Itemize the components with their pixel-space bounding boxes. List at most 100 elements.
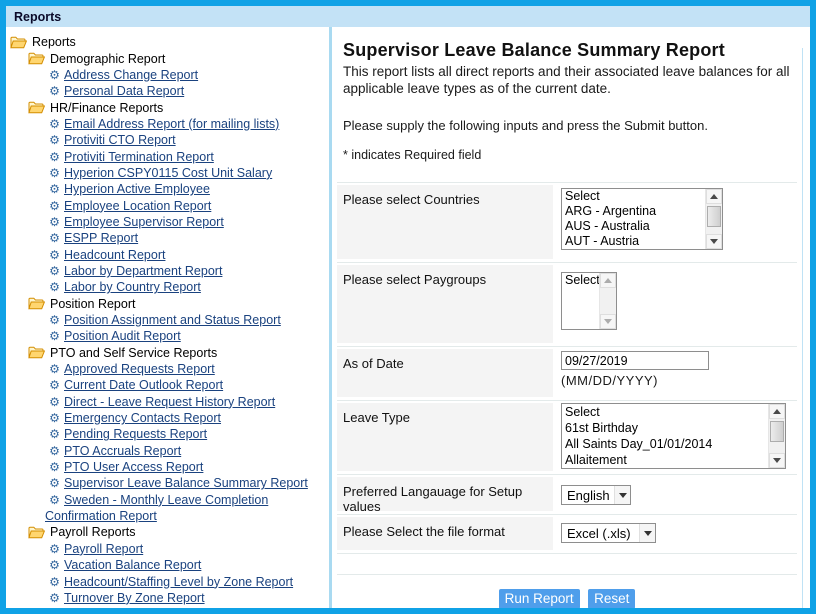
tree-report-link[interactable]: ⚙Labor by Department Report [8,263,329,279]
tree-item-label[interactable]: Emergency Contacts Report [64,411,221,425]
scrollbar-up-button[interactable] [600,273,616,288]
tree-report-link[interactable]: ⚙Personal Data Report [8,83,329,99]
tree-item-label[interactable]: Supervisor Leave Balance Summary Report [64,476,308,490]
tree-report-link[interactable]: ⚙Headcount/Staffing Level by Zone Report [8,573,329,589]
listbox-option[interactable]: Select [562,404,768,420]
tree-report-link[interactable]: ⚙Emergency Contacts Report [8,410,329,426]
tree-folder[interactable]: Demographic Report [8,50,329,66]
arrow-down-icon [710,239,718,244]
tree-report-link[interactable]: ⚙Address Change Report [8,67,329,83]
as-of-date-input[interactable] [561,351,709,370]
scrollbar-thumb[interactable] [707,206,721,227]
tree-report-link[interactable]: ⚙Protiviti Termination Report [8,148,329,164]
countries-scrollbar[interactable] [705,189,722,249]
listbox-option[interactable]: Select [562,189,705,204]
tree-item-label[interactable]: Protiviti CTO Report [64,133,176,147]
tree-item-label[interactable]: Confirmation Report [45,509,157,523]
tree-report-link[interactable]: ⚙Approved Requests Report [8,361,329,377]
tree-item-label[interactable]: Approved Requests Report [64,362,215,376]
tree-report-link[interactable]: ⚙Vacation Balance Report [8,557,329,573]
tree-item-label[interactable]: ESPP Report [64,231,138,245]
tree-report-link[interactable]: Confirmation Report [8,508,329,524]
reset-button[interactable]: Reset [588,589,635,608]
tree-folder[interactable]: HR/Finance Reports [8,99,329,115]
tree-item-label[interactable]: Pending Requests Report [64,427,207,441]
listbox-option[interactable]: AUS - Australia [562,219,705,234]
form-row-countries: Please select Countries SelectARG - Arge… [337,183,797,263]
paygroups-scrollbar[interactable] [599,273,616,329]
tree-item-label[interactable]: Hyperion CSPY0115 Cost Unit Salary [64,166,272,180]
run-report-button[interactable]: Run Report [499,589,580,608]
scrollbar-thumb[interactable] [770,421,784,442]
tree-folder[interactable]: PTO and Self Service Reports [8,345,329,361]
tree-item-label: Reports [32,35,76,49]
tree-item-label[interactable]: Hyperion Active Employee [64,182,210,196]
tree-folder[interactable]: Payroll Reports [8,524,329,540]
tree-report-link[interactable]: ⚙Hyperion Active Employee [8,181,329,197]
language-dropdown[interactable]: English [561,485,631,505]
tree-report-link[interactable]: ⚙PTO Accruals Report [8,443,329,459]
form-spacer-row [337,554,797,575]
scrollbar-down-button[interactable] [769,453,785,468]
tree-report-link[interactable]: ⚙Supervisor Leave Balance Summary Report [8,475,329,491]
tree-report-link[interactable]: ⚙Current Date Outlook Report [8,377,329,393]
listbox-option[interactable]: Allaitement [562,452,768,468]
form-row-language: Preferred Langauage for Setup values Eng… [337,475,797,515]
tree-report-link[interactable]: ⚙ESPP Report [8,230,329,246]
listbox-option[interactable]: All Saints Day_01/01/2014 [562,436,768,452]
scrollbar-up-button[interactable] [769,404,785,419]
tree-item-label[interactable]: Employee Supervisor Report [64,215,224,229]
tree-report-link[interactable]: ⚙Payroll Report [8,541,329,557]
file-format-dropdown[interactable]: Excel (.xls) [561,523,656,543]
tree-report-link[interactable]: ⚙Pending Requests Report [8,426,329,442]
gear-icon: ⚙ [48,494,61,506]
tree-item-label[interactable]: Headcount Report [64,248,165,262]
tree-report-link[interactable]: ⚙Direct - Leave Request History Report [8,394,329,410]
tree-item-label[interactable]: Personal Data Report [64,84,184,98]
tree-report-link[interactable]: ⚙Headcount Report [8,246,329,262]
leave-type-options: Select61st BirthdayAll Saints Day_01/01/… [562,404,768,468]
tree-item-label[interactable]: Direct - Leave Request History Report [64,395,275,409]
tree-report-link[interactable]: ⚙Employee Supervisor Report [8,214,329,230]
tree-item-label[interactable]: Vacation Balance Report [64,558,201,572]
countries-listbox[interactable]: SelectARG - ArgentinaAUS - AustraliaAUT … [561,188,723,250]
tree-item-label[interactable]: Current Date Outlook Report [64,378,223,392]
scrollbar-up-button[interactable] [706,189,722,204]
tree-report-link[interactable]: ⚙Hyperion CSPY0115 Cost Unit Salary [8,165,329,181]
listbox-option[interactable]: AUT - Austria [562,234,705,249]
tree-report-link[interactable]: ⚙Employee Location Report [8,197,329,213]
tree-report-link[interactable]: ⚙Protiviti CTO Report [8,132,329,148]
listbox-option[interactable]: Select [562,273,599,288]
leave-type-scrollbar[interactable] [768,404,785,468]
tree-report-link[interactable]: ⚙Email Address Report (for mailing lists… [8,116,329,132]
listbox-option[interactable]: ARG - Argentina [562,204,705,219]
tree-item-label[interactable]: PTO User Access Report [64,460,203,474]
paygroups-listbox[interactable]: Select [561,272,617,330]
tree-item-label[interactable]: PTO Accruals Report [64,444,181,458]
tree-item-label[interactable]: Email Address Report (for mailing lists) [64,117,279,131]
tree-report-link[interactable]: ⚙Position Assignment and Status Report [8,312,329,328]
tree-folder[interactable]: Position Report [8,296,329,312]
tree-report-link[interactable]: ⚙Labor by Country Report [8,279,329,295]
tree-item-label[interactable]: Address Change Report [64,68,198,82]
tree-item-label[interactable]: Labor by Country Report [64,280,201,294]
listbox-option[interactable]: 61st Birthday [562,420,768,436]
tree-item-label[interactable]: Sweden - Monthly Leave Completion [64,493,268,507]
tree-item-label[interactable]: Employee Location Report [64,199,211,213]
tree-item-label[interactable]: Position Audit Report [64,329,181,343]
tree-item-label[interactable]: Payroll Report [64,542,143,556]
tree-item-label[interactable]: Turnover By Zone Report [64,591,205,605]
scrollbar-down-button[interactable] [706,234,722,249]
leave-type-listbox[interactable]: Select61st BirthdayAll Saints Day_01/01/… [561,403,786,469]
tree-report-link[interactable]: ⚙Sweden - Monthly Leave Completion [8,492,329,508]
tree-item-label[interactable]: Headcount/Staffing Level by Zone Report [64,575,293,589]
tree-item-label[interactable]: Position Assignment and Status Report [64,313,281,327]
tree-report-link[interactable]: ⚙Position Audit Report [8,328,329,344]
scrollbar-down-button[interactable] [600,314,616,329]
field-value-cell: English [561,475,797,505]
tree-report-link[interactable]: ⚙Turnover By Zone Report [8,590,329,606]
tree-item-label[interactable]: Labor by Department Report [64,264,222,278]
tree-folder[interactable]: Reports [8,34,329,50]
tree-item-label[interactable]: Protiviti Termination Report [64,150,214,164]
tree-report-link[interactable]: ⚙PTO User Access Report [8,459,329,475]
